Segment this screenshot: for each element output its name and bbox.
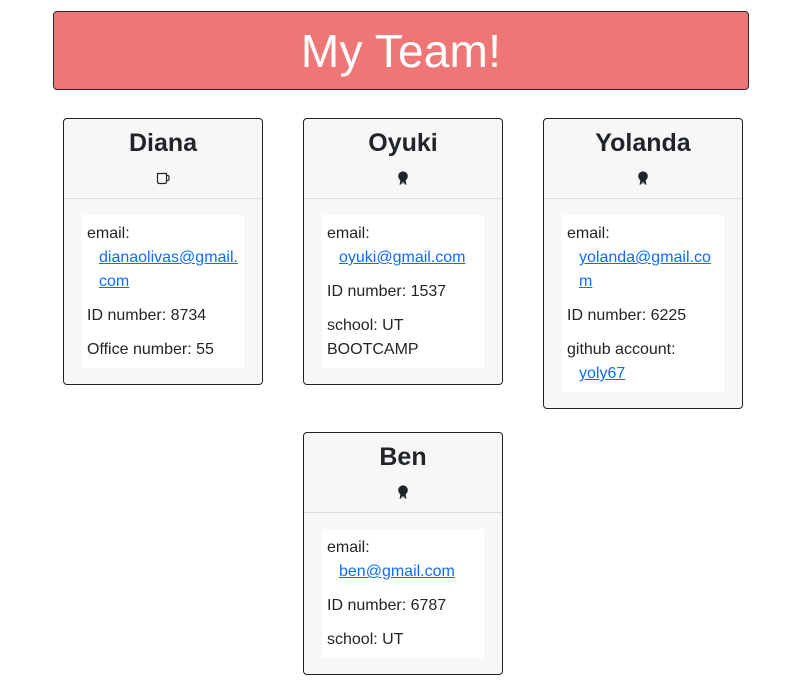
info-panel: email: yolanda@gmail.com ID number: 6225… bbox=[562, 215, 724, 392]
github-row: github account: yoly67 bbox=[567, 338, 719, 386]
email-row: email: ben@gmail.com bbox=[327, 536, 479, 584]
card-header: Ben bbox=[304, 433, 502, 513]
employee-name: Oyuki bbox=[368, 129, 438, 157]
id-number: ID number: 8734 bbox=[87, 307, 207, 324]
info-panel: email: ben@gmail.com ID number: 6787 sch… bbox=[322, 529, 484, 658]
employee-name: Diana bbox=[128, 129, 198, 157]
card-body: email: oyuki@gmail.com ID number: 1537 s… bbox=[304, 199, 502, 384]
card-body: email: ben@gmail.com ID number: 6787 sch… bbox=[304, 513, 502, 674]
email-label: email: bbox=[327, 539, 370, 556]
info-panel: email: oyuki@gmail.com ID number: 1537 s… bbox=[322, 215, 484, 368]
info-panel: email: dianaolivas@gmail.com ID number: … bbox=[82, 215, 244, 368]
email-row: email: dianaolivas@gmail.com bbox=[87, 222, 239, 294]
employee-card-diana: Diana email: dianaolivas@gmail.com ID nu… bbox=[63, 118, 263, 385]
mug-icon bbox=[155, 170, 171, 186]
github-link[interactable]: yoly67 bbox=[579, 365, 625, 382]
id-number: ID number: 1537 bbox=[327, 283, 447, 300]
email-label: email: bbox=[567, 225, 610, 242]
email-link[interactable]: ben@gmail.com bbox=[339, 563, 455, 580]
employee-card-oyuki: Oyuki email: oyuki@gmail.com ID number: … bbox=[303, 118, 503, 385]
email-link[interactable]: dianaolivas@gmail.com bbox=[99, 249, 238, 290]
github-label: github account: bbox=[567, 341, 676, 358]
email-link[interactable]: oyuki@gmail.com bbox=[339, 249, 466, 266]
award-icon bbox=[395, 170, 411, 186]
card-body: email: dianaolivas@gmail.com ID number: … bbox=[64, 199, 262, 384]
email-link[interactable]: yolanda@gmail.com bbox=[579, 249, 711, 290]
school: school: UT bbox=[327, 631, 404, 648]
id-number: ID number: 6225 bbox=[567, 307, 687, 324]
employee-name: Yolanda bbox=[595, 129, 691, 157]
email-label: email: bbox=[327, 225, 370, 242]
office-number: Office number: 55 bbox=[87, 341, 214, 358]
card-header: Diana bbox=[64, 119, 262, 199]
card-body: email: yolanda@gmail.com ID number: 6225… bbox=[544, 199, 742, 408]
employee-card-yolanda: Yolanda email: yolanda@gmail.com ID numb… bbox=[543, 118, 743, 409]
award-icon bbox=[635, 170, 651, 186]
card-header: Yolanda bbox=[544, 119, 742, 199]
id-number: ID number: 6787 bbox=[327, 597, 447, 614]
email-row: email: oyuki@gmail.com bbox=[327, 222, 479, 270]
email-label: email: bbox=[87, 225, 130, 242]
page-header: My Team! bbox=[53, 11, 749, 90]
email-row: email: yolanda@gmail.com bbox=[567, 222, 719, 294]
page-title: My Team! bbox=[300, 24, 502, 77]
employee-name: Ben bbox=[379, 443, 427, 471]
school: school: UT BOOTCAMP bbox=[327, 317, 419, 358]
card-header: Oyuki bbox=[304, 119, 502, 199]
award-icon bbox=[395, 484, 411, 500]
employee-card-ben: Ben email: ben@gmail.com ID number: 6787… bbox=[303, 432, 503, 675]
